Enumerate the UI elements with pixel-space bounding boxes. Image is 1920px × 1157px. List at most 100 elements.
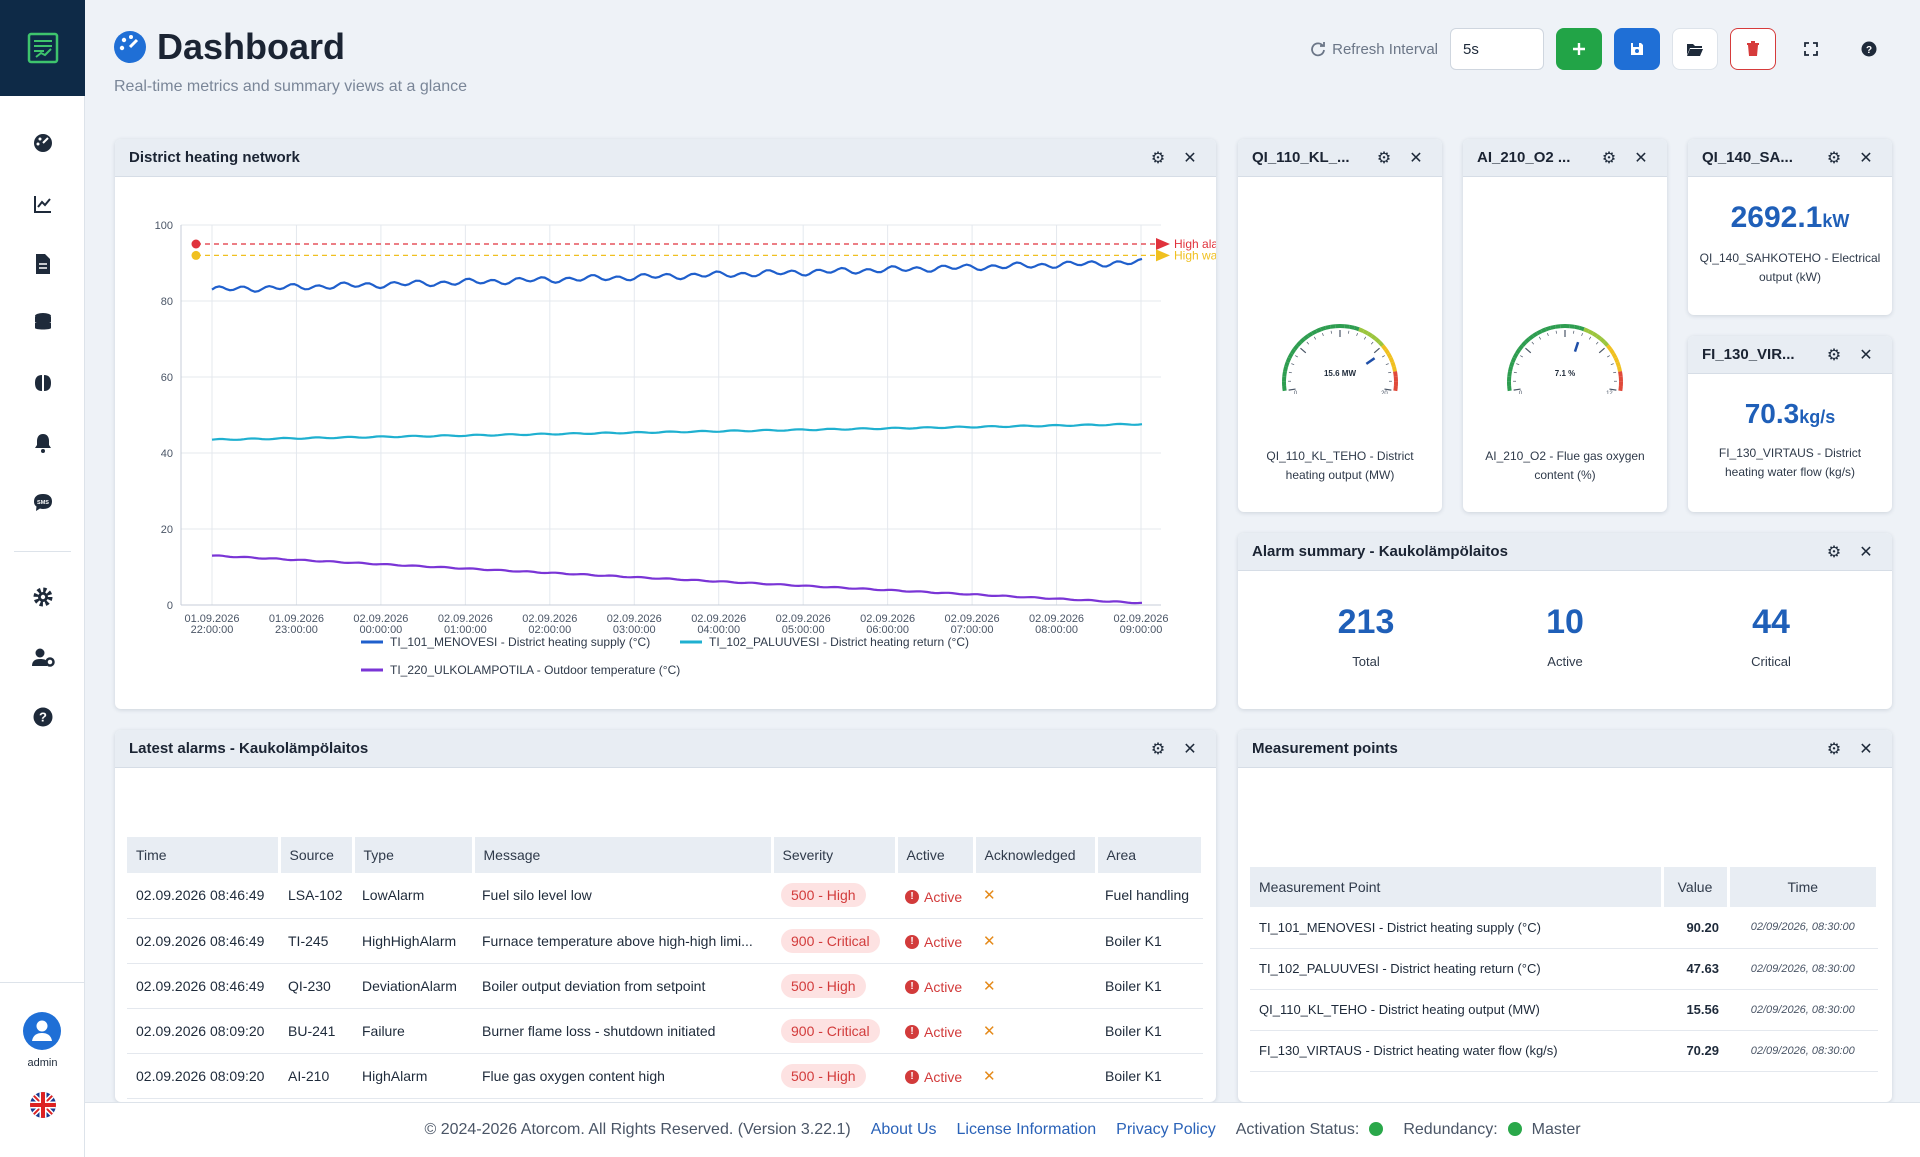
col-header-source[interactable]: Source — [279, 837, 355, 873]
add-widget-button[interactable] — [1556, 28, 1602, 70]
nav-sms-icon[interactable]: SMS — [26, 486, 60, 520]
latest-alarms-panel: Latest alarms - Kaukolämpölaitos ⚙ ✕ Time … — [115, 730, 1216, 1102]
settings-gear-icon[interactable]: ⚙ — [1822, 343, 1846, 367]
gauge-tick — [1516, 363, 1520, 366]
alarm-severity: 500 - High — [772, 963, 896, 1009]
settings-gear-icon[interactable]: ⚙ — [1822, 737, 1846, 761]
close-icon[interactable]: ✕ — [1178, 737, 1202, 761]
legend-label[interactable]: TI_101_MENOVESI - District heating suppl… — [390, 635, 650, 649]
nav-user-settings-icon[interactable] — [26, 640, 60, 674]
gauge-max-label: 20 — [1381, 391, 1388, 394]
gauge-arc-segment — [1299, 337, 1306, 344]
gauge-arc-segment — [1587, 329, 1594, 336]
col-header-type[interactable]: Type — [353, 837, 475, 873]
open-folder-button[interactable] — [1672, 28, 1718, 70]
alarm-acknowledged[interactable]: ✕ — [974, 873, 1096, 919]
nav-database-icon[interactable] — [26, 306, 60, 340]
gauge-arc-segment — [1606, 344, 1613, 351]
heating-line-chart: 02040608010001.09.202622:00:0001.09.2026… — [155, 220, 1216, 677]
close-icon[interactable]: ✕ — [1404, 146, 1428, 170]
col-header-acknowledged[interactable]: Acknowledged — [974, 837, 1098, 873]
alarm-row[interactable]: 02.09.2026 08:09:20 AI-210 HighAlarm Flue g… — [127, 1053, 1203, 1099]
gauge-tick — [1547, 332, 1549, 337]
alarm-row[interactable]: 02.09.2026 08:46:49 TI-245 HighHighAlarm Fu… — [127, 918, 1203, 964]
alarm-source: LSA-102 — [279, 873, 353, 919]
gauge-widget-oxygen: AI_210_O2 ... ⚙ ✕ 7.1 % 0 12 AI_210_O2 - Flu… — [1463, 139, 1667, 512]
settings-gear-icon[interactable]: ⚙ — [1597, 146, 1621, 170]
alarm-source: BU-241 — [279, 1008, 353, 1054]
alarm-acknowledged[interactable]: ✕ — [974, 1008, 1096, 1054]
y-tick-label: 60 — [161, 372, 173, 384]
col-header-active[interactable]: Active — [896, 837, 976, 873]
alarm-message: Burner flame loss - shutdown initiated — [473, 1008, 772, 1054]
nav-brain-icon[interactable] — [26, 366, 60, 400]
nav-gear-icon[interactable] — [26, 580, 60, 614]
gauge-tick — [1613, 371, 1617, 374]
point-row[interactable]: QI_110_KL_TEHO - District heating output… — [1250, 989, 1878, 1031]
save-button[interactable] — [1614, 28, 1660, 70]
redundancy-status: Redundancy: Master — [1403, 1121, 1580, 1139]
nav-trend-icon[interactable] — [26, 187, 60, 221]
col-header-time[interactable]: Time — [127, 837, 281, 873]
value-number: 70.3 — [1744, 398, 1800, 429]
alarm-time: 02.09.2026 08:46:49 — [127, 963, 279, 1009]
panel-title: QI_140_SA... — [1702, 149, 1793, 166]
privacy-link[interactable]: Privacy Policy — [1116, 1121, 1216, 1139]
legend-label[interactable]: TI_102_PALUUVESI - District heating retu… — [709, 635, 969, 649]
col-header-point[interactable]: Measurement Point — [1250, 867, 1664, 907]
col-header-message[interactable]: Message — [473, 837, 774, 873]
alarm-acknowledged[interactable]: ✕ — [974, 963, 1096, 1009]
settings-gear-icon[interactable]: ⚙ — [1822, 146, 1846, 170]
alarm-type: DeviationAlarm — [353, 963, 473, 1009]
point-row[interactable]: FI_130_VIRTAUS - District heating water … — [1250, 1030, 1878, 1072]
about-link[interactable]: About Us — [871, 1121, 937, 1139]
nav-bell-icon[interactable] — [26, 426, 60, 460]
alarm-acknowledged[interactable]: ✕ — [974, 1053, 1096, 1099]
nav-report-icon[interactable] — [26, 247, 60, 281]
gauge-arc-segment — [1303, 334, 1310, 341]
gauge-arc-segment — [1616, 366, 1622, 372]
close-icon[interactable]: ✕ — [1854, 146, 1878, 170]
col-header-area[interactable]: Area — [1096, 837, 1204, 873]
gauge-tick — [1313, 336, 1317, 340]
settings-gear-icon[interactable]: ⚙ — [1822, 540, 1846, 564]
col-header-value[interactable]: Value — [1662, 867, 1730, 907]
settings-gear-icon[interactable]: ⚙ — [1146, 737, 1170, 761]
gauge-tick — [1295, 355, 1299, 358]
refresh-interval-input[interactable]: 5s — [1450, 28, 1544, 70]
delete-button[interactable] — [1730, 28, 1776, 70]
close-icon[interactable]: ✕ — [1854, 343, 1878, 367]
alarm-row[interactable]: 02.09.2026 08:46:49 LSA-102 LowAlarm Fuel s… — [127, 873, 1203, 919]
close-icon[interactable]: ✕ — [1178, 146, 1202, 170]
y-tick-label: 40 — [161, 448, 173, 460]
avatar[interactable] — [23, 1012, 61, 1055]
close-icon[interactable]: ✕ — [1629, 146, 1653, 170]
close-icon[interactable]: ✕ — [1854, 540, 1878, 564]
gauge-tick — [1288, 371, 1292, 374]
help-button[interactable]: ? — [1846, 28, 1892, 70]
language-flag-icon[interactable] — [30, 1092, 56, 1123]
activation-status: Activation Status: — [1236, 1121, 1384, 1139]
settings-gear-icon[interactable]: ⚙ — [1146, 146, 1170, 170]
point-row[interactable]: TI_102_PALUUVESI - District heating retu… — [1250, 948, 1878, 990]
settings-gear-icon[interactable]: ⚙ — [1372, 146, 1396, 170]
fullscreen-button[interactable] — [1788, 28, 1834, 70]
legend-label[interactable]: TI_220_ULKOLAMPOTILA - Outdoor temperatu… — [390, 663, 680, 677]
app-logo[interactable] — [0, 0, 85, 96]
point-row[interactable]: TI_101_MENOVESI - District heating suppl… — [1250, 907, 1878, 949]
gauge-arc-segment — [1507, 371, 1512, 377]
alarm-acknowledged[interactable]: ✕ — [974, 918, 1096, 964]
nav-help-icon[interactable]: ? — [26, 700, 60, 734]
license-link[interactable]: License Information — [957, 1121, 1097, 1139]
close-icon[interactable]: ✕ — [1854, 737, 1878, 761]
alarm-row[interactable]: 02.09.2026 08:09:20 BU-241 Failure Burner f… — [127, 1008, 1203, 1054]
nav-dashboard-icon[interactable] — [26, 126, 60, 160]
alarm-row[interactable]: 02.09.2026 08:46:49 QI-230 DeviationAlarm B… — [127, 963, 1203, 1009]
col-header-severity[interactable]: Severity — [772, 837, 898, 873]
gauge-arc-segment — [1618, 385, 1623, 392]
gauge-tick — [1381, 355, 1385, 358]
col-header-time[interactable]: Time — [1728, 867, 1879, 907]
y-tick-label: 80 — [161, 296, 173, 308]
x-tick-label: 23:00:00 — [275, 624, 318, 636]
alarm-type: HighHighAlarm — [353, 918, 473, 964]
